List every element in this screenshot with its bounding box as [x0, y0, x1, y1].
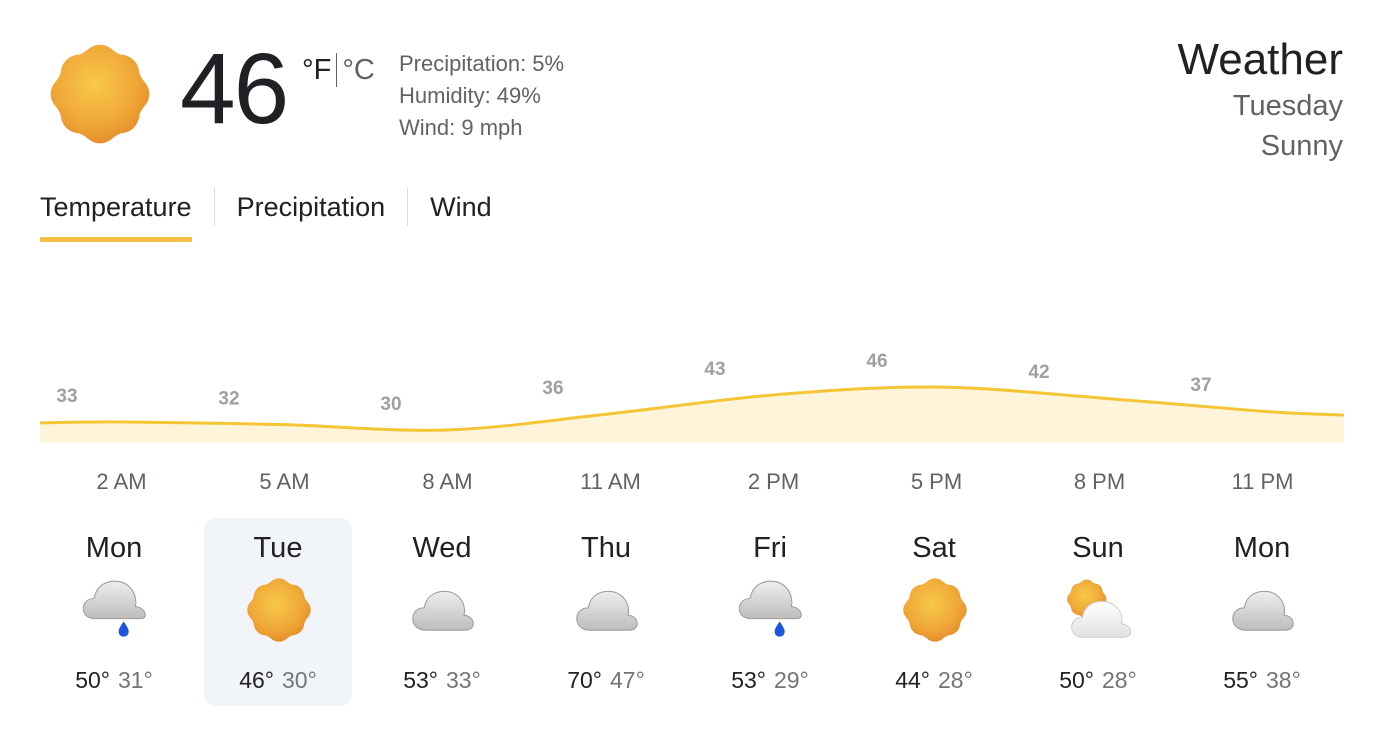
- cloud-icon: [571, 574, 643, 646]
- temperature-value-label: 36: [542, 378, 563, 399]
- hour-label: 8 PM: [1073, 469, 1126, 494]
- day-card-mon[interactable]: Mon 55° 38°: [1188, 518, 1336, 706]
- day-temperatures: 46° 30°: [204, 664, 352, 696]
- day-card-wed[interactable]: Wed 53° 33°: [368, 518, 516, 706]
- wind-text: Wind: 9 mph: [399, 115, 523, 140]
- day-card-sat[interactable]: Sat 44° 28°: [860, 518, 1008, 706]
- day-temperatures: 53° 33°: [368, 664, 516, 696]
- hour-label: 2 AM: [96, 469, 147, 494]
- temperature-value-label: 42: [1028, 362, 1049, 383]
- humidity-text: Humidity: 49%: [399, 83, 541, 108]
- day-name: Mon: [1233, 532, 1291, 564]
- high-temp: 55°: [1223, 667, 1258, 693]
- day-temperatures: 70° 47°: [532, 664, 680, 696]
- low-temp: 28°: [938, 667, 973, 693]
- low-temp: 30°: [282, 667, 317, 693]
- precipitation-text: Precipitation: 5%: [399, 51, 565, 76]
- day-name: Thu: [581, 532, 631, 564]
- day-card-sun[interactable]: Sun 50° 28°: [1024, 518, 1172, 706]
- day-temperatures: 50° 28°: [1024, 664, 1172, 696]
- tab-divider: [213, 188, 215, 226]
- low-temp: 33°: [446, 667, 481, 693]
- tab-temperature[interactable]: Temperature: [40, 186, 192, 242]
- daily-forecast: Mon 50° 31° Tue 46° 30° Wed 53° 33° Thu 70° 47° Fri 5…: [40, 518, 1344, 706]
- high-temp: 50°: [75, 667, 110, 693]
- day-temperatures: 55° 38°: [1188, 664, 1336, 696]
- hour-label: 8 AM: [422, 469, 473, 494]
- hour-label: 11 AM: [580, 469, 641, 494]
- tab-wind[interactable]: Wind: [430, 186, 492, 242]
- cloud-rain-icon: [79, 574, 151, 646]
- weather-condition: Sunny: [1260, 130, 1343, 162]
- cloud-icon: [1227, 574, 1299, 646]
- high-temp: 44°: [895, 667, 930, 693]
- cloud-rain-icon: [735, 574, 807, 646]
- day-temperatures: 44° 28°: [860, 664, 1008, 696]
- temperature-value-label: 46: [866, 351, 887, 372]
- current-weather-sun-icon: [44, 38, 156, 150]
- high-temp: 50°: [1059, 667, 1094, 693]
- temperature-value-label: 37: [1190, 375, 1211, 396]
- day-temperatures: 53° 29°: [696, 664, 844, 696]
- low-temp: 47°: [610, 667, 645, 693]
- temperature-chart: 33 32 30 36 43 46 42 37: [39, 351, 1345, 443]
- day-card-fri[interactable]: Fri 53° 29°: [696, 518, 844, 706]
- weather-title-block: Weather Tuesday Sunny: [1178, 34, 1344, 166]
- hour-label: 11 PM: [1231, 469, 1294, 494]
- unit-fahrenheit-button[interactable]: °F: [302, 52, 331, 88]
- low-temp: 38°: [1266, 667, 1301, 693]
- high-temp: 53°: [731, 667, 766, 693]
- weather-title: Weather: [1177, 35, 1344, 84]
- cloud-icon: [407, 574, 479, 646]
- current-details: Precipitation: 5% Humidity: 49% Wind: 9 …: [399, 48, 564, 144]
- sun-icon: [243, 574, 315, 646]
- day-name: Fri: [753, 532, 787, 564]
- hour-label: 5 PM: [910, 469, 963, 494]
- hour-label: 5 AM: [259, 469, 310, 494]
- current-temperature: 46: [180, 33, 289, 145]
- tab-precipitation[interactable]: Precipitation: [237, 186, 386, 242]
- unit-toggle: °F °C: [302, 52, 375, 88]
- low-temp: 28°: [1102, 667, 1137, 693]
- temperature-value-label: 33: [56, 386, 77, 407]
- hour-label: 2 PM: [747, 469, 800, 494]
- high-temp: 70°: [567, 667, 602, 693]
- day-name: Sun: [1072, 532, 1124, 564]
- temperature-value-label: 30: [380, 394, 401, 415]
- day-temperatures: 50° 31°: [40, 664, 188, 696]
- temperature-value-label: 32: [218, 389, 239, 410]
- day-name: Wed: [412, 532, 472, 564]
- unit-divider: [336, 53, 338, 87]
- unit-celsius-button[interactable]: °C: [342, 52, 375, 88]
- hour-axis: 2 AM 5 AM 8 AM 11 AM 2 PM 5 PM 8 PM 11 PM: [40, 466, 1344, 498]
- high-temp: 46°: [239, 667, 274, 693]
- chart-tabs: Temperature Precipitation Wind: [40, 186, 492, 246]
- weather-day: Tuesday: [1232, 90, 1343, 122]
- low-temp: 29°: [774, 667, 809, 693]
- low-temp: 31°: [118, 667, 153, 693]
- day-card-thu[interactable]: Thu 70° 47°: [532, 518, 680, 706]
- day-name: Tue: [253, 532, 303, 564]
- temperature-value-label: 43: [704, 359, 725, 380]
- day-card-mon[interactable]: Mon 50° 31°: [40, 518, 188, 706]
- day-name: Sat: [912, 532, 956, 564]
- day-card-tue[interactable]: Tue 46° 30°: [204, 518, 352, 706]
- high-temp: 53°: [403, 667, 438, 693]
- day-name: Mon: [85, 532, 143, 564]
- tab-divider: [407, 188, 409, 226]
- partly-cloudy-icon: [1063, 574, 1135, 646]
- sun-icon: [899, 574, 971, 646]
